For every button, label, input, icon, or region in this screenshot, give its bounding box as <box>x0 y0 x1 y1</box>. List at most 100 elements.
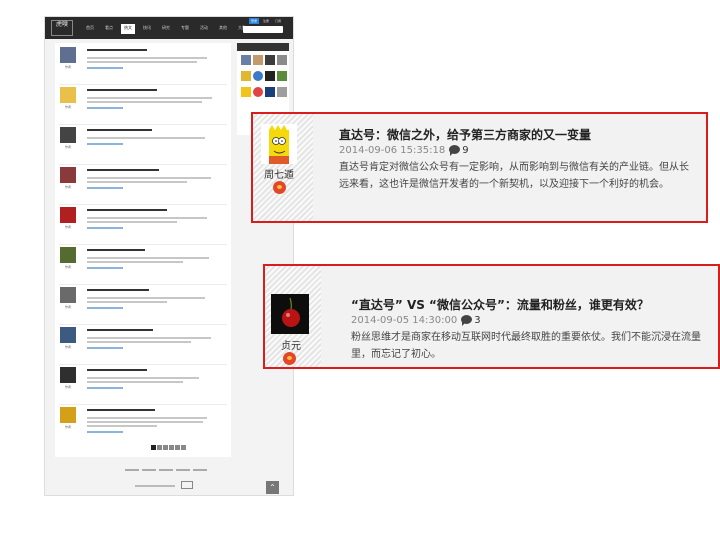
author-avatar[interactable] <box>60 47 76 63</box>
author-avatar[interactable] <box>60 247 76 263</box>
article-tags[interactable] <box>87 347 123 349</box>
author-icon[interactable] <box>253 71 263 81</box>
nav-item[interactable]: 其他 <box>216 24 230 34</box>
page-button[interactable] <box>181 445 186 450</box>
list-item[interactable]: 作者 <box>55 85 231 125</box>
list-item[interactable]: 作者 <box>55 205 231 245</box>
article-title[interactable] <box>87 249 145 251</box>
nav-item[interactable]: 首页 <box>83 24 97 34</box>
author-icon[interactable] <box>265 71 275 81</box>
author-icon[interactable] <box>241 55 251 65</box>
author-name: 作者 <box>64 65 71 69</box>
login-link[interactable]: 登录 <box>248 18 259 24</box>
nav-item[interactable]: 活动 <box>197 24 211 34</box>
article-title[interactable] <box>87 209 167 211</box>
page-button[interactable] <box>175 445 180 450</box>
footer-link[interactable] <box>176 469 190 471</box>
list-item[interactable]: 作者 <box>55 405 231 445</box>
list-item[interactable]: 作者 <box>55 45 231 85</box>
article-excerpt <box>87 337 211 339</box>
site-logo[interactable]: 虎嗅 <box>51 20 73 36</box>
article-title[interactable] <box>87 169 159 171</box>
nav-item[interactable]: 快讯 <box>140 24 154 34</box>
page-button[interactable] <box>163 445 168 450</box>
footer-link[interactable] <box>125 469 139 471</box>
nav-item[interactable]: 看点 <box>102 24 116 34</box>
article-excerpt <box>87 137 205 139</box>
author-name[interactable]: 周七遁 <box>259 166 299 181</box>
weibo-icon[interactable] <box>283 352 296 365</box>
post-title[interactable]: “直达号” VS “微信公众号”：流量和粉丝，谁更有效？ <box>351 296 649 313</box>
nav-item[interactable]: 专题 <box>178 24 192 34</box>
nav-item[interactable]: 研究 <box>159 24 173 34</box>
article-tags[interactable] <box>87 187 123 189</box>
footer-link[interactable] <box>193 469 207 471</box>
article-title[interactable] <box>87 289 149 291</box>
post-excerpt: 直达号肯定对微信公众号有一定影响，从而影响到与微信有关的产业链。但从长远来看，这… <box>339 162 689 190</box>
author-avatar[interactable] <box>60 207 76 223</box>
post-excerpt: 粉丝思维才是商家在移动互联网时代最终取胜的重要依仗。我们不能沉浸在流量里，而忘记… <box>351 332 701 360</box>
article-tags[interactable] <box>87 431 123 433</box>
article-title[interactable] <box>87 89 157 91</box>
article-tags[interactable] <box>87 67 123 69</box>
post-title[interactable]: 直达号：微信之外，给予第三方商家的又一变量 <box>339 126 591 143</box>
author-icon[interactable] <box>241 71 251 81</box>
search-input[interactable] <box>243 26 283 33</box>
list-item[interactable]: 作者 <box>55 165 231 205</box>
footer-link[interactable] <box>142 469 156 471</box>
back-to-top-button[interactable]: ⌃ <box>266 481 279 494</box>
list-item[interactable]: 作者 <box>55 125 231 165</box>
article-excerpt <box>87 425 157 427</box>
article-tags[interactable] <box>87 267 123 269</box>
author-avatar[interactable] <box>60 167 76 183</box>
article-excerpt <box>87 341 191 343</box>
list-item[interactable]: 作者 <box>55 285 231 325</box>
subscribe-link[interactable]: 订阅 <box>273 18 283 24</box>
list-item[interactable]: 作者 <box>55 245 231 285</box>
list-item[interactable]: 作者 <box>55 325 231 365</box>
comment-count[interactable]: 3 <box>474 315 480 326</box>
author-icon[interactable] <box>253 87 263 97</box>
author-icon[interactable] <box>277 87 287 97</box>
footer-link[interactable] <box>159 469 173 471</box>
author-icon[interactable] <box>277 55 287 65</box>
author-name[interactable]: 贞元 <box>271 337 311 352</box>
article-excerpt <box>87 417 207 419</box>
article-excerpt <box>87 57 207 59</box>
article-title[interactable] <box>87 129 152 131</box>
author-icon[interactable] <box>241 87 251 97</box>
article-tags[interactable] <box>87 107 123 109</box>
article-title[interactable] <box>87 369 147 371</box>
weibo-icon[interactable] <box>273 181 286 194</box>
article-title[interactable] <box>87 409 155 411</box>
author-avatar[interactable] <box>60 87 76 103</box>
page-button[interactable] <box>151 445 156 450</box>
author-avatar[interactable] <box>60 407 76 423</box>
author-avatar[interactable] <box>60 287 76 303</box>
list-item[interactable]: 作者 <box>55 365 231 405</box>
article-title[interactable] <box>87 49 147 51</box>
author-icon[interactable] <box>277 71 287 81</box>
page-button[interactable] <box>169 445 174 450</box>
cherry-avatar-icon <box>271 294 309 334</box>
register-link[interactable]: 注册 <box>261 18 271 24</box>
author-icon[interactable] <box>253 55 263 65</box>
comment-count[interactable]: 9 <box>462 145 468 156</box>
page-button[interactable] <box>157 445 162 450</box>
article-title[interactable] <box>87 329 153 331</box>
comment-icon <box>461 315 473 326</box>
article-tags[interactable] <box>87 387 123 389</box>
author-icon[interactable] <box>265 87 275 97</box>
nav-item-active[interactable]: 热文 <box>121 24 135 34</box>
article-tags[interactable] <box>87 143 123 145</box>
author-name: 作者 <box>64 105 71 109</box>
author-avatar[interactable] <box>60 327 76 343</box>
author-avatar[interactable] <box>261 124 297 164</box>
author-avatar[interactable] <box>60 367 76 383</box>
author-avatar[interactable] <box>60 127 76 143</box>
article-tags[interactable] <box>87 227 123 229</box>
author-icon[interactable] <box>265 55 275 65</box>
article-tags[interactable] <box>87 307 123 309</box>
author-avatar[interactable] <box>271 294 309 334</box>
article-excerpt <box>87 261 183 263</box>
